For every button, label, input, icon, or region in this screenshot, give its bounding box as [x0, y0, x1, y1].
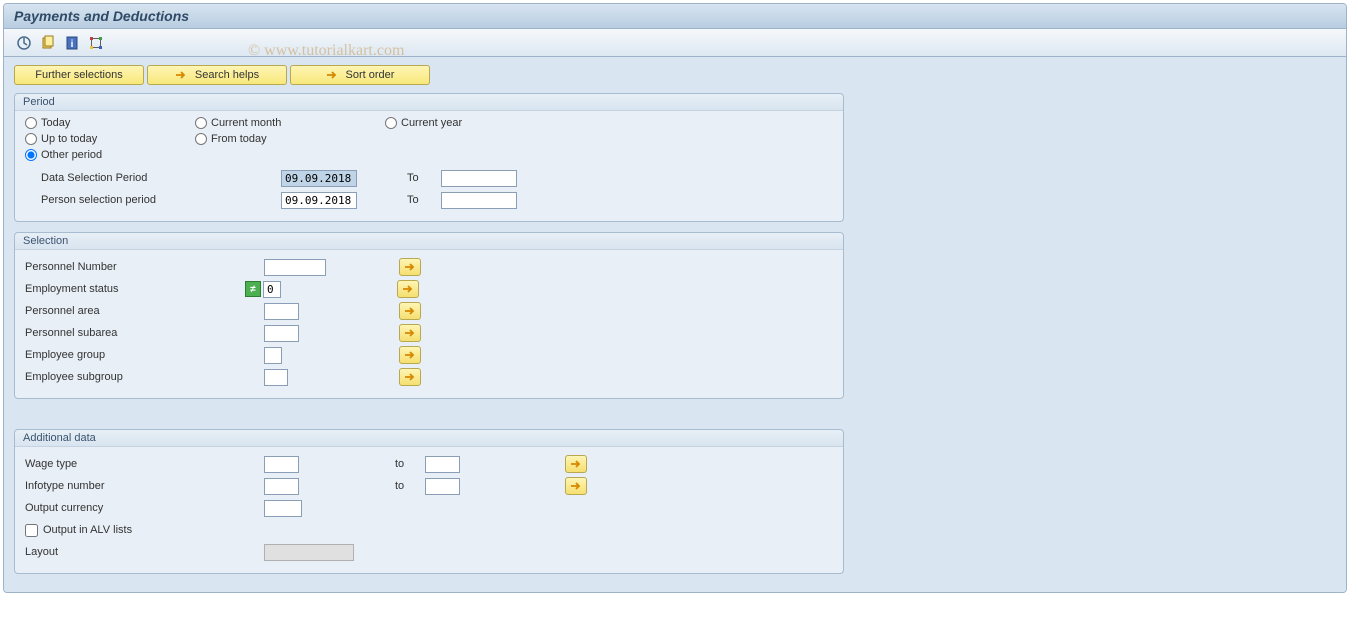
- radio-other-period[interactable]: Other period: [25, 149, 195, 161]
- output-currency-label: Output currency: [25, 502, 245, 514]
- arrow-right-icon: [175, 70, 187, 80]
- output-currency-input[interactable]: [264, 500, 302, 517]
- radio-other-period-label: Other period: [41, 149, 102, 161]
- button-row: Further selections Search helps Sort ord…: [14, 65, 1336, 85]
- alv-label: Output in ALV lists: [43, 524, 132, 536]
- alv-checkbox[interactable]: [25, 524, 38, 537]
- wage-type-from-input[interactable]: [264, 456, 299, 473]
- employment-status-input[interactable]: [263, 281, 281, 298]
- personnel-subarea-input[interactable]: [264, 325, 299, 342]
- layout-input[interactable]: [264, 544, 354, 561]
- to-label-2: To: [357, 194, 441, 206]
- person-selection-from-input[interactable]: [281, 192, 357, 209]
- radio-today-label: Today: [41, 117, 70, 129]
- infotype-from-input[interactable]: [264, 478, 299, 495]
- org-structure-icon[interactable]: [86, 33, 106, 53]
- radio-up-to-today-label: Up to today: [41, 133, 97, 145]
- personnel-subarea-label: Personnel subarea: [25, 327, 245, 339]
- person-selection-period-label: Person selection period: [25, 194, 245, 206]
- main-panel: Payments and Deductions i © www.tutorial…: [3, 3, 1347, 593]
- to-label-1: To: [357, 172, 441, 184]
- further-selections-button[interactable]: Further selections: [14, 65, 144, 85]
- personnel-subarea-multi-button[interactable]: [399, 324, 421, 342]
- search-helps-button[interactable]: Search helps: [147, 65, 287, 85]
- additional-data-group-title: Additional data: [15, 430, 843, 447]
- radio-up-to-today[interactable]: Up to today: [25, 133, 195, 145]
- selection-group-title: Selection: [15, 233, 843, 250]
- radio-from-today-label: From today: [211, 133, 267, 145]
- radio-current-month-label: Current month: [211, 117, 281, 129]
- personnel-area-input[interactable]: [264, 303, 299, 320]
- infotype-to-label: to: [395, 480, 425, 492]
- radio-current-year-label: Current year: [401, 117, 462, 129]
- content-area: Further selections Search helps Sort ord…: [4, 57, 1346, 592]
- employee-subgroup-label: Employee subgroup: [25, 371, 245, 383]
- radio-today[interactable]: Today: [25, 117, 195, 129]
- sort-order-button[interactable]: Sort order: [290, 65, 430, 85]
- period-group: Period Today Current month Current year …: [14, 93, 844, 222]
- radio-current-month[interactable]: Current month: [195, 117, 385, 129]
- layout-label: Layout: [25, 546, 245, 558]
- further-selections-label: Further selections: [35, 69, 122, 81]
- personnel-area-multi-button[interactable]: [399, 302, 421, 320]
- data-selection-from-input[interactable]: [281, 170, 357, 187]
- infotype-to-input[interactable]: [425, 478, 460, 495]
- employee-subgroup-multi-button[interactable]: [399, 368, 421, 386]
- selection-group: Selection Personnel Number Employment st…: [14, 232, 844, 399]
- wage-type-label: Wage type: [25, 458, 245, 470]
- data-selection-period-label: Data Selection Period: [25, 172, 245, 184]
- person-selection-to-input[interactable]: [441, 192, 517, 209]
- infotype-number-label: Infotype number: [25, 480, 245, 492]
- personnel-number-input[interactable]: [264, 259, 326, 276]
- personnel-number-multi-button[interactable]: [399, 258, 421, 276]
- employment-status-multi-button[interactable]: [397, 280, 419, 298]
- data-selection-to-input[interactable]: [441, 170, 517, 187]
- employee-group-input[interactable]: [264, 347, 282, 364]
- info-icon[interactable]: i: [62, 33, 82, 53]
- wage-type-to-label: to: [395, 458, 425, 470]
- not-equal-icon[interactable]: ≠: [245, 281, 261, 297]
- period-group-title: Period: [15, 94, 843, 111]
- employee-group-multi-button[interactable]: [399, 346, 421, 364]
- wage-type-to-input[interactable]: [425, 456, 460, 473]
- wage-type-multi-button[interactable]: [565, 455, 587, 473]
- svg-text:i: i: [71, 39, 74, 50]
- radio-from-today[interactable]: From today: [195, 133, 385, 145]
- radio-current-year[interactable]: Current year: [385, 117, 585, 129]
- execute-icon[interactable]: [14, 33, 34, 53]
- employee-group-label: Employee group: [25, 349, 245, 361]
- sort-order-label: Sort order: [346, 69, 395, 81]
- page-title: Payments and Deductions: [4, 4, 1346, 29]
- employee-subgroup-input[interactable]: [264, 369, 288, 386]
- additional-data-group: Additional data Wage type to Infotype nu…: [14, 429, 844, 574]
- search-helps-label: Search helps: [195, 69, 259, 81]
- get-variant-icon[interactable]: [38, 33, 58, 53]
- icon-toolbar: i: [4, 29, 1346, 57]
- personnel-number-label: Personnel Number: [25, 261, 245, 273]
- personnel-area-label: Personnel area: [25, 305, 245, 317]
- arrow-right-icon: [326, 70, 338, 80]
- infotype-multi-button[interactable]: [565, 477, 587, 495]
- employment-status-label: Employment status: [25, 283, 245, 295]
